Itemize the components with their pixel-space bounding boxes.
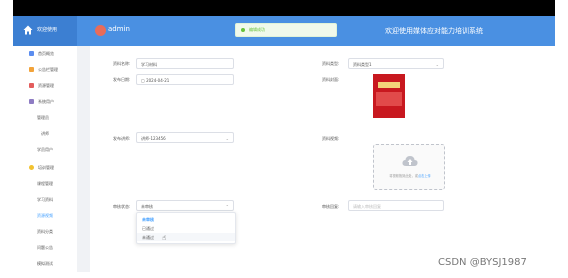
name-label: 资料名称: bbox=[113, 61, 131, 66]
sidebar-item-label: 资料分类 bbox=[37, 229, 53, 234]
sidebar-item-videos[interactable]: 资源视频 bbox=[13, 211, 77, 221]
toast-message: 编辑成功 bbox=[249, 27, 265, 32]
dropdown-option-label: 已通过 bbox=[142, 226, 154, 231]
success-toast: 编辑成功 bbox=[235, 23, 337, 37]
sidebar-item-label: 培训管理 bbox=[38, 165, 54, 170]
sidebar-item-label: 问题公告 bbox=[37, 245, 53, 250]
date-label: 发布日期: bbox=[113, 77, 131, 82]
sidebar-item-label: 首页概览 bbox=[38, 51, 54, 56]
sidebar-item-label: 学员用户 bbox=[37, 147, 53, 152]
sidebar: 首页概览 公告栏管理 资源管理 系统用户 管理员 讲师 学员用户 培训管理 课程… bbox=[13, 46, 77, 272]
sidebar-item-label: 讲师 bbox=[41, 131, 49, 136]
sidebar-item-teacher[interactable]: 讲师 bbox=[13, 129, 77, 139]
sidebar-item-label: 系统用户 bbox=[38, 99, 54, 104]
review-status-dropdown: 未审核 已通过 未通过 bbox=[136, 212, 236, 244]
date-text: 2024-04-21 bbox=[146, 78, 170, 83]
dashboard-icon bbox=[29, 51, 34, 56]
home-icon bbox=[23, 25, 33, 35]
dropdown-option[interactable]: 已通过 bbox=[137, 224, 235, 232]
sidebar-item-categories[interactable]: 资料分类 bbox=[13, 227, 77, 237]
sidebar-item-mock-test[interactable]: 模拟测试 bbox=[13, 259, 77, 269]
teacher-label: 发布讲师: bbox=[113, 136, 131, 141]
name-value: 学习材料 bbox=[141, 62, 157, 67]
type-value: 资料类型1 bbox=[353, 62, 372, 67]
users-icon bbox=[29, 99, 34, 104]
top-black-bar bbox=[13, 0, 555, 16]
header-bar: 欢迎使用 admin 编辑成功 欢迎使用媒体应对能力培训系统 bbox=[13, 16, 555, 46]
sidebar-item-label: 管理员 bbox=[37, 115, 49, 120]
chevron-down-icon: ⌄ bbox=[435, 62, 439, 67]
sidebar-item-courses[interactable]: 课程管理 bbox=[13, 179, 77, 189]
upload-hint: 将视频拖到此处，或点击上传 bbox=[374, 173, 446, 178]
resources-icon bbox=[29, 83, 34, 88]
sidebar-item-admin[interactable]: 管理员 bbox=[13, 113, 77, 123]
video-upload-area[interactable]: 将视频拖到此处，或点击上传 bbox=[373, 144, 445, 190]
upload-link[interactable]: 点击上传 bbox=[418, 174, 431, 178]
sidebar-item-resources[interactable]: 资源管理 bbox=[13, 81, 77, 91]
type-select[interactable]: 资料类型1 ⌄ bbox=[348, 58, 444, 69]
admin-avatar-icon[interactable] bbox=[95, 25, 106, 36]
review-reply-placeholder: 请输入审核回复 bbox=[353, 204, 381, 209]
review-reply-label: 审核回复: bbox=[322, 204, 340, 209]
cover-title-block bbox=[378, 82, 400, 88]
sidebar-item-notice[interactable]: 公告栏管理 bbox=[13, 65, 77, 75]
admin-name[interactable]: admin bbox=[108, 25, 130, 33]
sidebar-item-system-users[interactable]: 系统用户 bbox=[13, 97, 77, 107]
home-label: 欢迎使用 bbox=[37, 27, 58, 33]
sidebar-item-materials[interactable]: 学习资料 bbox=[13, 195, 77, 205]
dropdown-option-label: 未通过 bbox=[142, 235, 154, 240]
sidebar-item-label: 资源管理 bbox=[38, 83, 54, 88]
teacher-select[interactable]: 讲师-123456 ⌄ bbox=[136, 132, 234, 143]
sidebar-item-dashboard[interactable]: 首页概览 bbox=[13, 49, 77, 59]
dropdown-option-label: 未审核 bbox=[142, 217, 154, 222]
system-title: 欢迎使用媒体应对能力培训系统 bbox=[385, 27, 483, 35]
success-icon bbox=[241, 28, 245, 32]
dropdown-option[interactable]: 未通过 bbox=[137, 233, 235, 241]
type-label: 资料类型: bbox=[322, 61, 340, 66]
cover-image[interactable] bbox=[373, 74, 405, 118]
review-status-value: 未审核 bbox=[141, 204, 153, 209]
teacher-value: 讲师-123456 bbox=[141, 136, 166, 141]
app-window: 欢迎使用 admin 编辑成功 欢迎使用媒体应对能力培训系统 首页概览 公告栏管… bbox=[13, 0, 555, 272]
cover-label: 资料封面: bbox=[322, 77, 340, 82]
review-status-label: 审核状态: bbox=[113, 204, 131, 209]
sidebar-item-label: 公告栏管理 bbox=[38, 67, 58, 72]
sidebar-item-training[interactable]: 培训管理 bbox=[13, 163, 77, 173]
sidebar-item-label: 模拟测试 bbox=[37, 261, 53, 266]
date-picker[interactable]: ▢ 2024-04-21 bbox=[136, 74, 234, 85]
notice-icon bbox=[29, 67, 34, 72]
review-reply-input[interactable]: 请输入审核回复 bbox=[348, 200, 444, 211]
chevron-up-icon: ⌃ bbox=[225, 204, 229, 209]
upload-hint-text: 将视频拖到此处，或 bbox=[389, 174, 418, 178]
edit-form: 资料名称: 学习材料 资料类型: 资料类型1 ⌄ 发布日期: ▢ 2024-04… bbox=[90, 46, 555, 272]
date-value: ▢ 2024-04-21 bbox=[141, 78, 169, 83]
training-icon bbox=[29, 165, 34, 170]
hand-cursor-icon: ☝ bbox=[162, 234, 167, 242]
review-status-select[interactable]: 未审核 ⌃ bbox=[136, 200, 234, 211]
sidebar-item-label: 课程管理 bbox=[37, 181, 53, 186]
sidebar-item-label: 资源视频 bbox=[37, 213, 53, 218]
watermark: CSDN @BYSJ1987 bbox=[438, 257, 527, 268]
video-label: 资料视频: bbox=[322, 136, 340, 141]
cloud-upload-icon bbox=[402, 156, 418, 166]
chevron-down-icon: ⌄ bbox=[225, 136, 229, 141]
sidebar-item-questions[interactable]: 问题公告 bbox=[13, 243, 77, 253]
sidebar-item-label: 学习资料 bbox=[37, 197, 53, 202]
name-input[interactable]: 学习材料 bbox=[136, 58, 234, 69]
dropdown-option[interactable]: 未审核 bbox=[137, 215, 235, 223]
sidebar-item-students[interactable]: 学员用户 bbox=[13, 145, 77, 155]
home-link[interactable]: 欢迎使用 bbox=[13, 16, 77, 46]
cover-decoration bbox=[376, 92, 402, 106]
